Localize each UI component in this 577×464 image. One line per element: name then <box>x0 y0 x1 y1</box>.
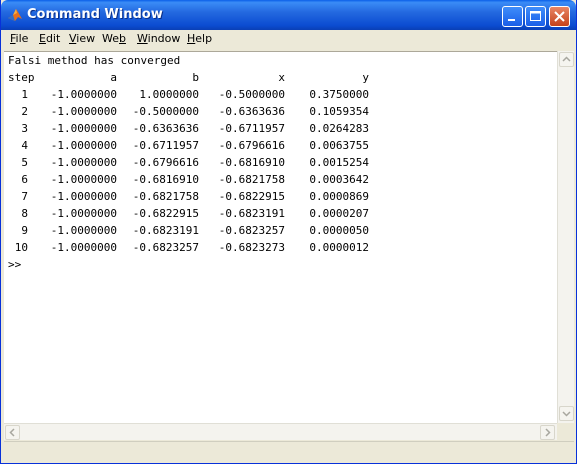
horizontal-scrollbar[interactable] <box>4 423 557 440</box>
window-title: Command Window <box>27 7 163 22</box>
table-cell: -0.6823257 <box>132 241 199 254</box>
table-cell: 0.0015254 <box>309 156 369 169</box>
table-cell: -0.6711957 <box>218 122 285 135</box>
table-cell: 7 <box>21 190 28 203</box>
table-cell: -1.0000000 <box>50 190 117 203</box>
command-prompt[interactable]: >> <box>8 256 21 273</box>
table-cell: -0.6823257 <box>218 224 285 237</box>
scroll-left-button[interactable] <box>5 425 20 440</box>
minimize-icon <box>508 19 515 21</box>
minimize-button[interactable] <box>502 6 523 27</box>
arrow-left-icon <box>9 428 15 437</box>
table-cell: 0.3750000 <box>309 88 369 101</box>
table-cell: -1.0000000 <box>50 88 117 101</box>
table-cell: 10 <box>14 241 28 254</box>
table-cell: 2 <box>21 105 28 118</box>
arrow-up-icon <box>562 56 571 62</box>
table-cell: -1.0000000 <box>50 241 117 254</box>
table-cell: 0.0264283 <box>309 122 369 135</box>
table-cell: 8 <box>21 207 28 220</box>
table-header-b: b <box>192 71 199 84</box>
table-cell: -0.6363636 <box>218 105 285 118</box>
arrow-right-icon <box>545 428 551 437</box>
table-cell: 4 <box>21 139 28 152</box>
menu-help[interactable]: Help <box>187 32 212 45</box>
table-cell: -1.0000000 <box>50 207 117 220</box>
converged-message: Falsi method has converged <box>8 54 181 67</box>
title-bar[interactable]: Command Window <box>1 0 576 30</box>
table-header-x: x <box>278 71 285 84</box>
table-cell: -0.6796616 <box>132 156 199 169</box>
table-cell: 0.0000869 <box>309 190 369 203</box>
table-cell: -0.6816910 <box>132 173 199 186</box>
table-cell: -0.5000000 <box>132 105 199 118</box>
table-cell: 0.0000207 <box>309 207 369 220</box>
table-cell: 0.0000050 <box>309 224 369 237</box>
table-header-step: step <box>8 71 35 84</box>
table-cell: -0.6796616 <box>218 139 285 152</box>
table-cell: -0.6823191 <box>132 224 199 237</box>
table-cell: -1.0000000 <box>50 122 117 135</box>
table-cell: -0.6821758 <box>132 190 199 203</box>
table-header-y: y <box>362 71 369 84</box>
menu-bar: File Edit View Web Window Help <box>4 30 574 50</box>
table-cell: -0.6363636 <box>132 122 199 135</box>
menu-web[interactable]: Web <box>102 32 126 45</box>
table-cell: -0.6823191 <box>218 207 285 220</box>
menu-window[interactable]: Window <box>137 32 180 45</box>
table-cell: -0.6816910 <box>218 156 285 169</box>
table-cell: 3 <box>21 122 28 135</box>
arrow-down-icon <box>562 411 571 417</box>
scroll-up-button[interactable] <box>559 52 574 67</box>
status-bar <box>4 441 574 462</box>
table-cell: 1.0000000 <box>139 88 199 101</box>
scroll-right-button[interactable] <box>540 425 555 440</box>
menu-file[interactable]: File <box>10 32 28 45</box>
close-icon <box>554 11 565 22</box>
table-cell: -0.6822915 <box>218 190 285 203</box>
table-cell: -0.6821758 <box>218 173 285 186</box>
table-cell: 0.0063755 <box>309 139 369 152</box>
maximize-button[interactable] <box>525 6 546 27</box>
vertical-scrollbar[interactable] <box>557 51 574 423</box>
table-cell: -0.6822915 <box>132 207 199 220</box>
matlab-logo-icon <box>7 7 23 23</box>
menu-edit[interactable]: Edit <box>39 32 60 45</box>
table-cell: 0.0000012 <box>309 241 369 254</box>
table-cell: -1.0000000 <box>50 139 117 152</box>
table-cell: -1.0000000 <box>50 156 117 169</box>
table-cell: -0.6823273 <box>218 241 285 254</box>
maximize-icon <box>530 11 541 21</box>
table-cell: -0.5000000 <box>218 88 285 101</box>
table-header-a: a <box>110 71 117 84</box>
console-output[interactable]: Falsi method has converged step a b x y 1 -1.0… <box>4 51 557 424</box>
table-cell: 0.1059354 <box>309 105 369 118</box>
scrollbar-corner <box>557 423 574 440</box>
table-cell: 0.0003642 <box>309 173 369 186</box>
command-window: Command Window File Edit View Web Window… <box>0 0 577 464</box>
table-cell: 1 <box>21 88 28 101</box>
table-cell: -1.0000000 <box>50 173 117 186</box>
close-button[interactable] <box>549 6 570 27</box>
table-cell: -0.6711957 <box>132 139 199 152</box>
table-cell: 9 <box>21 224 28 237</box>
table-cell: -1.0000000 <box>50 224 117 237</box>
table-cell: 5 <box>21 156 28 169</box>
menu-view[interactable]: View <box>69 32 95 45</box>
scroll-down-button[interactable] <box>559 406 574 421</box>
table-cell: -1.0000000 <box>50 105 117 118</box>
table-cell: 6 <box>21 173 28 186</box>
